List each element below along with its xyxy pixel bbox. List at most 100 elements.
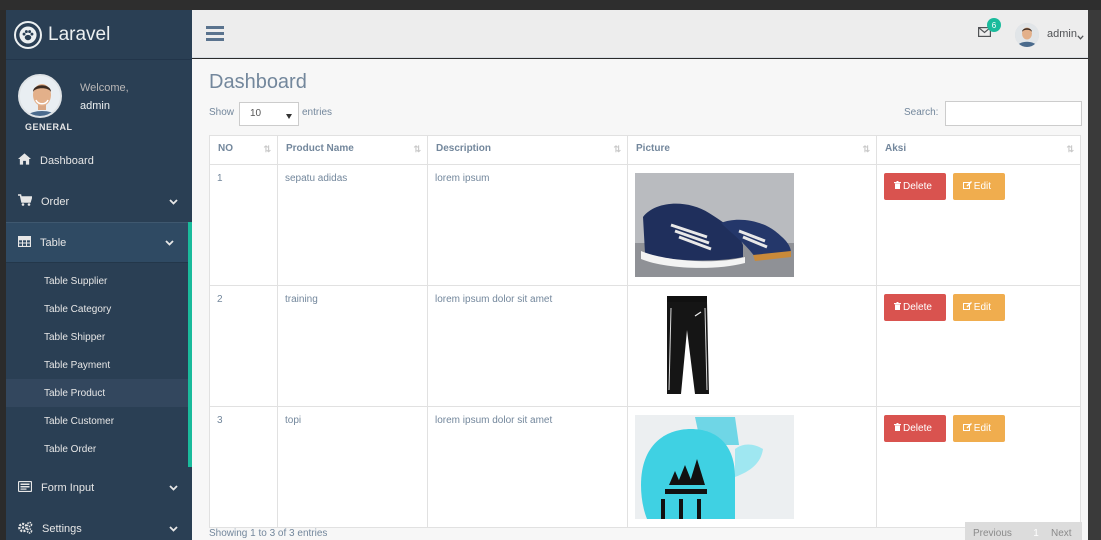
nav-order[interactable]: Order bbox=[6, 181, 192, 222]
search-input[interactable] bbox=[945, 101, 1082, 126]
training-pants-photo bbox=[635, 294, 794, 398]
topbar-username[interactable]: admin bbox=[1047, 28, 1077, 40]
user-avatar[interactable] bbox=[1015, 23, 1039, 47]
pagination: Previous 1 Next bbox=[965, 522, 1082, 540]
chevron-down-icon[interactable] bbox=[1077, 31, 1084, 43]
next-button[interactable]: Next bbox=[1047, 528, 1072, 539]
sort-icon: ⇅ bbox=[263, 144, 270, 154]
cell-picture bbox=[627, 406, 877, 528]
sort-icon: ⇅ bbox=[862, 144, 869, 154]
edit-icon bbox=[962, 181, 972, 192]
profile-username: admin bbox=[80, 100, 110, 112]
screen-top-strip bbox=[0, 0, 1101, 10]
delete-label: Delete bbox=[903, 423, 932, 434]
brand-title: Laravel bbox=[48, 23, 111, 45]
form-icon bbox=[17, 480, 33, 495]
edit-button[interactable]: Edit bbox=[952, 173, 1005, 200]
delete-label: Delete bbox=[903, 181, 932, 192]
table-row: 2 training lorem ipsum dolor sit amet De… bbox=[209, 285, 1081, 407]
page-1-button[interactable]: 1 bbox=[1025, 528, 1047, 539]
entries-label: entries bbox=[302, 107, 333, 118]
nav-form-input-label: Form Input bbox=[41, 481, 95, 494]
nav-dashboard-label: Dashboard bbox=[40, 154, 94, 167]
submenu-table-supplier[interactable]: Table Supplier bbox=[6, 267, 188, 295]
table-header-row: NO ⇅ Product Name ⇅ Description ⇅ Picture ⇅ … bbox=[209, 135, 1081, 165]
search-label: Search: bbox=[904, 107, 939, 118]
submenu-table-product[interactable]: Table Product bbox=[6, 379, 188, 407]
nav-table[interactable]: Table bbox=[6, 222, 192, 263]
product-table: NO ⇅ Product Name ⇅ Description ⇅ Picture ⇅ … bbox=[209, 135, 1081, 528]
cell-description: lorem ipsum dolor sit amet bbox=[427, 285, 628, 407]
delete-button[interactable]: Delete bbox=[884, 173, 946, 200]
nav-settings-label: Settings bbox=[42, 522, 82, 535]
chevron-down-icon bbox=[169, 482, 178, 494]
delete-button[interactable]: Delete bbox=[884, 415, 946, 442]
cell-actions: Delete Edit bbox=[876, 164, 1081, 286]
nav-form-input[interactable]: Form Input bbox=[6, 467, 192, 508]
browser-scrollbar[interactable] bbox=[1088, 10, 1101, 540]
sort-icon: ⇅ bbox=[1066, 144, 1073, 154]
cell-actions: Delete Edit bbox=[876, 285, 1081, 407]
entries-length-select[interactable]: 10 bbox=[239, 102, 299, 126]
trash-icon bbox=[894, 302, 901, 313]
edit-button[interactable]: Edit bbox=[952, 415, 1005, 442]
nav-dashboard[interactable]: Dashboard bbox=[6, 140, 192, 181]
sidebar: Laravel Welcome, admin GENERAL Dashboard… bbox=[6, 10, 192, 540]
cell-product-name: topi bbox=[277, 406, 428, 528]
edit-label: Edit bbox=[973, 181, 992, 192]
adidas-shoes-photo bbox=[635, 173, 794, 277]
cell-description: lorem ipsum bbox=[427, 164, 628, 286]
column-header-product-name[interactable]: Product Name ⇅ bbox=[277, 135, 428, 165]
submenu-table-order[interactable]: Table Order bbox=[6, 435, 188, 463]
hamburger-menu-icon[interactable] bbox=[206, 26, 224, 44]
submenu-table-customer[interactable]: Table Customer bbox=[6, 407, 188, 435]
menu-section-title: GENERAL bbox=[25, 122, 73, 132]
column-header-picture[interactable]: Picture ⇅ bbox=[627, 135, 877, 165]
main-content: Dashboard Show 10 entries Search: NO ⇅ Pr… bbox=[192, 59, 1088, 540]
nav-settings[interactable]: Settings bbox=[6, 508, 192, 540]
edit-icon bbox=[962, 302, 972, 313]
brand[interactable]: Laravel bbox=[6, 10, 192, 60]
column-header-description[interactable]: Description ⇅ bbox=[427, 135, 628, 165]
column-header-aksi[interactable]: Aksi ⇅ bbox=[876, 135, 1081, 165]
table-icon bbox=[17, 235, 32, 250]
cell-no: 3 bbox=[209, 406, 278, 528]
cell-picture bbox=[627, 164, 877, 286]
top-navbar: 6 admin bbox=[192, 10, 1088, 58]
submenu-table-shipper[interactable]: Table Shipper bbox=[6, 323, 188, 351]
cell-actions: Delete Edit bbox=[876, 406, 1081, 528]
entries-length-value: 10 bbox=[250, 108, 262, 119]
table-row: 1 sepatu adidas lorem ipsum Delete Edit bbox=[209, 164, 1081, 286]
edit-icon bbox=[962, 423, 972, 434]
cell-no: 2 bbox=[209, 285, 278, 407]
cell-picture bbox=[627, 285, 877, 407]
edit-label: Edit bbox=[973, 423, 992, 434]
edit-label: Edit bbox=[973, 302, 992, 313]
cart-icon bbox=[18, 194, 33, 209]
cell-product-name: training bbox=[277, 285, 428, 407]
profile-avatar bbox=[18, 74, 62, 118]
cell-description: lorem ipsum dolor sit amet bbox=[427, 406, 628, 528]
profile-panel: Welcome, admin GENERAL bbox=[6, 60, 192, 140]
delete-button[interactable]: Delete bbox=[884, 294, 946, 321]
edit-button[interactable]: Edit bbox=[952, 294, 1005, 321]
welcome-text: Welcome, bbox=[80, 82, 129, 94]
previous-button[interactable]: Previous bbox=[965, 528, 1025, 539]
cell-no: 1 bbox=[209, 164, 278, 286]
submenu-table-payment[interactable]: Table Payment bbox=[6, 351, 188, 379]
paw-icon bbox=[14, 20, 42, 49]
cell-product-name: sepatu adidas bbox=[277, 164, 428, 286]
nav-order-label: Order bbox=[41, 195, 70, 208]
column-header-no[interactable]: NO ⇅ bbox=[209, 135, 278, 165]
chevron-down-icon bbox=[169, 196, 178, 208]
page-title: Dashboard bbox=[209, 71, 307, 93]
home-icon bbox=[18, 153, 31, 168]
sort-icon: ⇅ bbox=[613, 144, 620, 154]
show-label: Show bbox=[209, 107, 235, 118]
chevron-down-icon bbox=[165, 237, 174, 249]
submenu-table-category[interactable]: Table Category bbox=[6, 295, 188, 323]
cogs-icon bbox=[18, 521, 33, 537]
notification-badge: 6 bbox=[987, 18, 1001, 32]
nav-table-label: Table bbox=[40, 236, 67, 249]
table-row: 3 topi lorem ipsum dolor sit amet Delete… bbox=[209, 406, 1081, 528]
